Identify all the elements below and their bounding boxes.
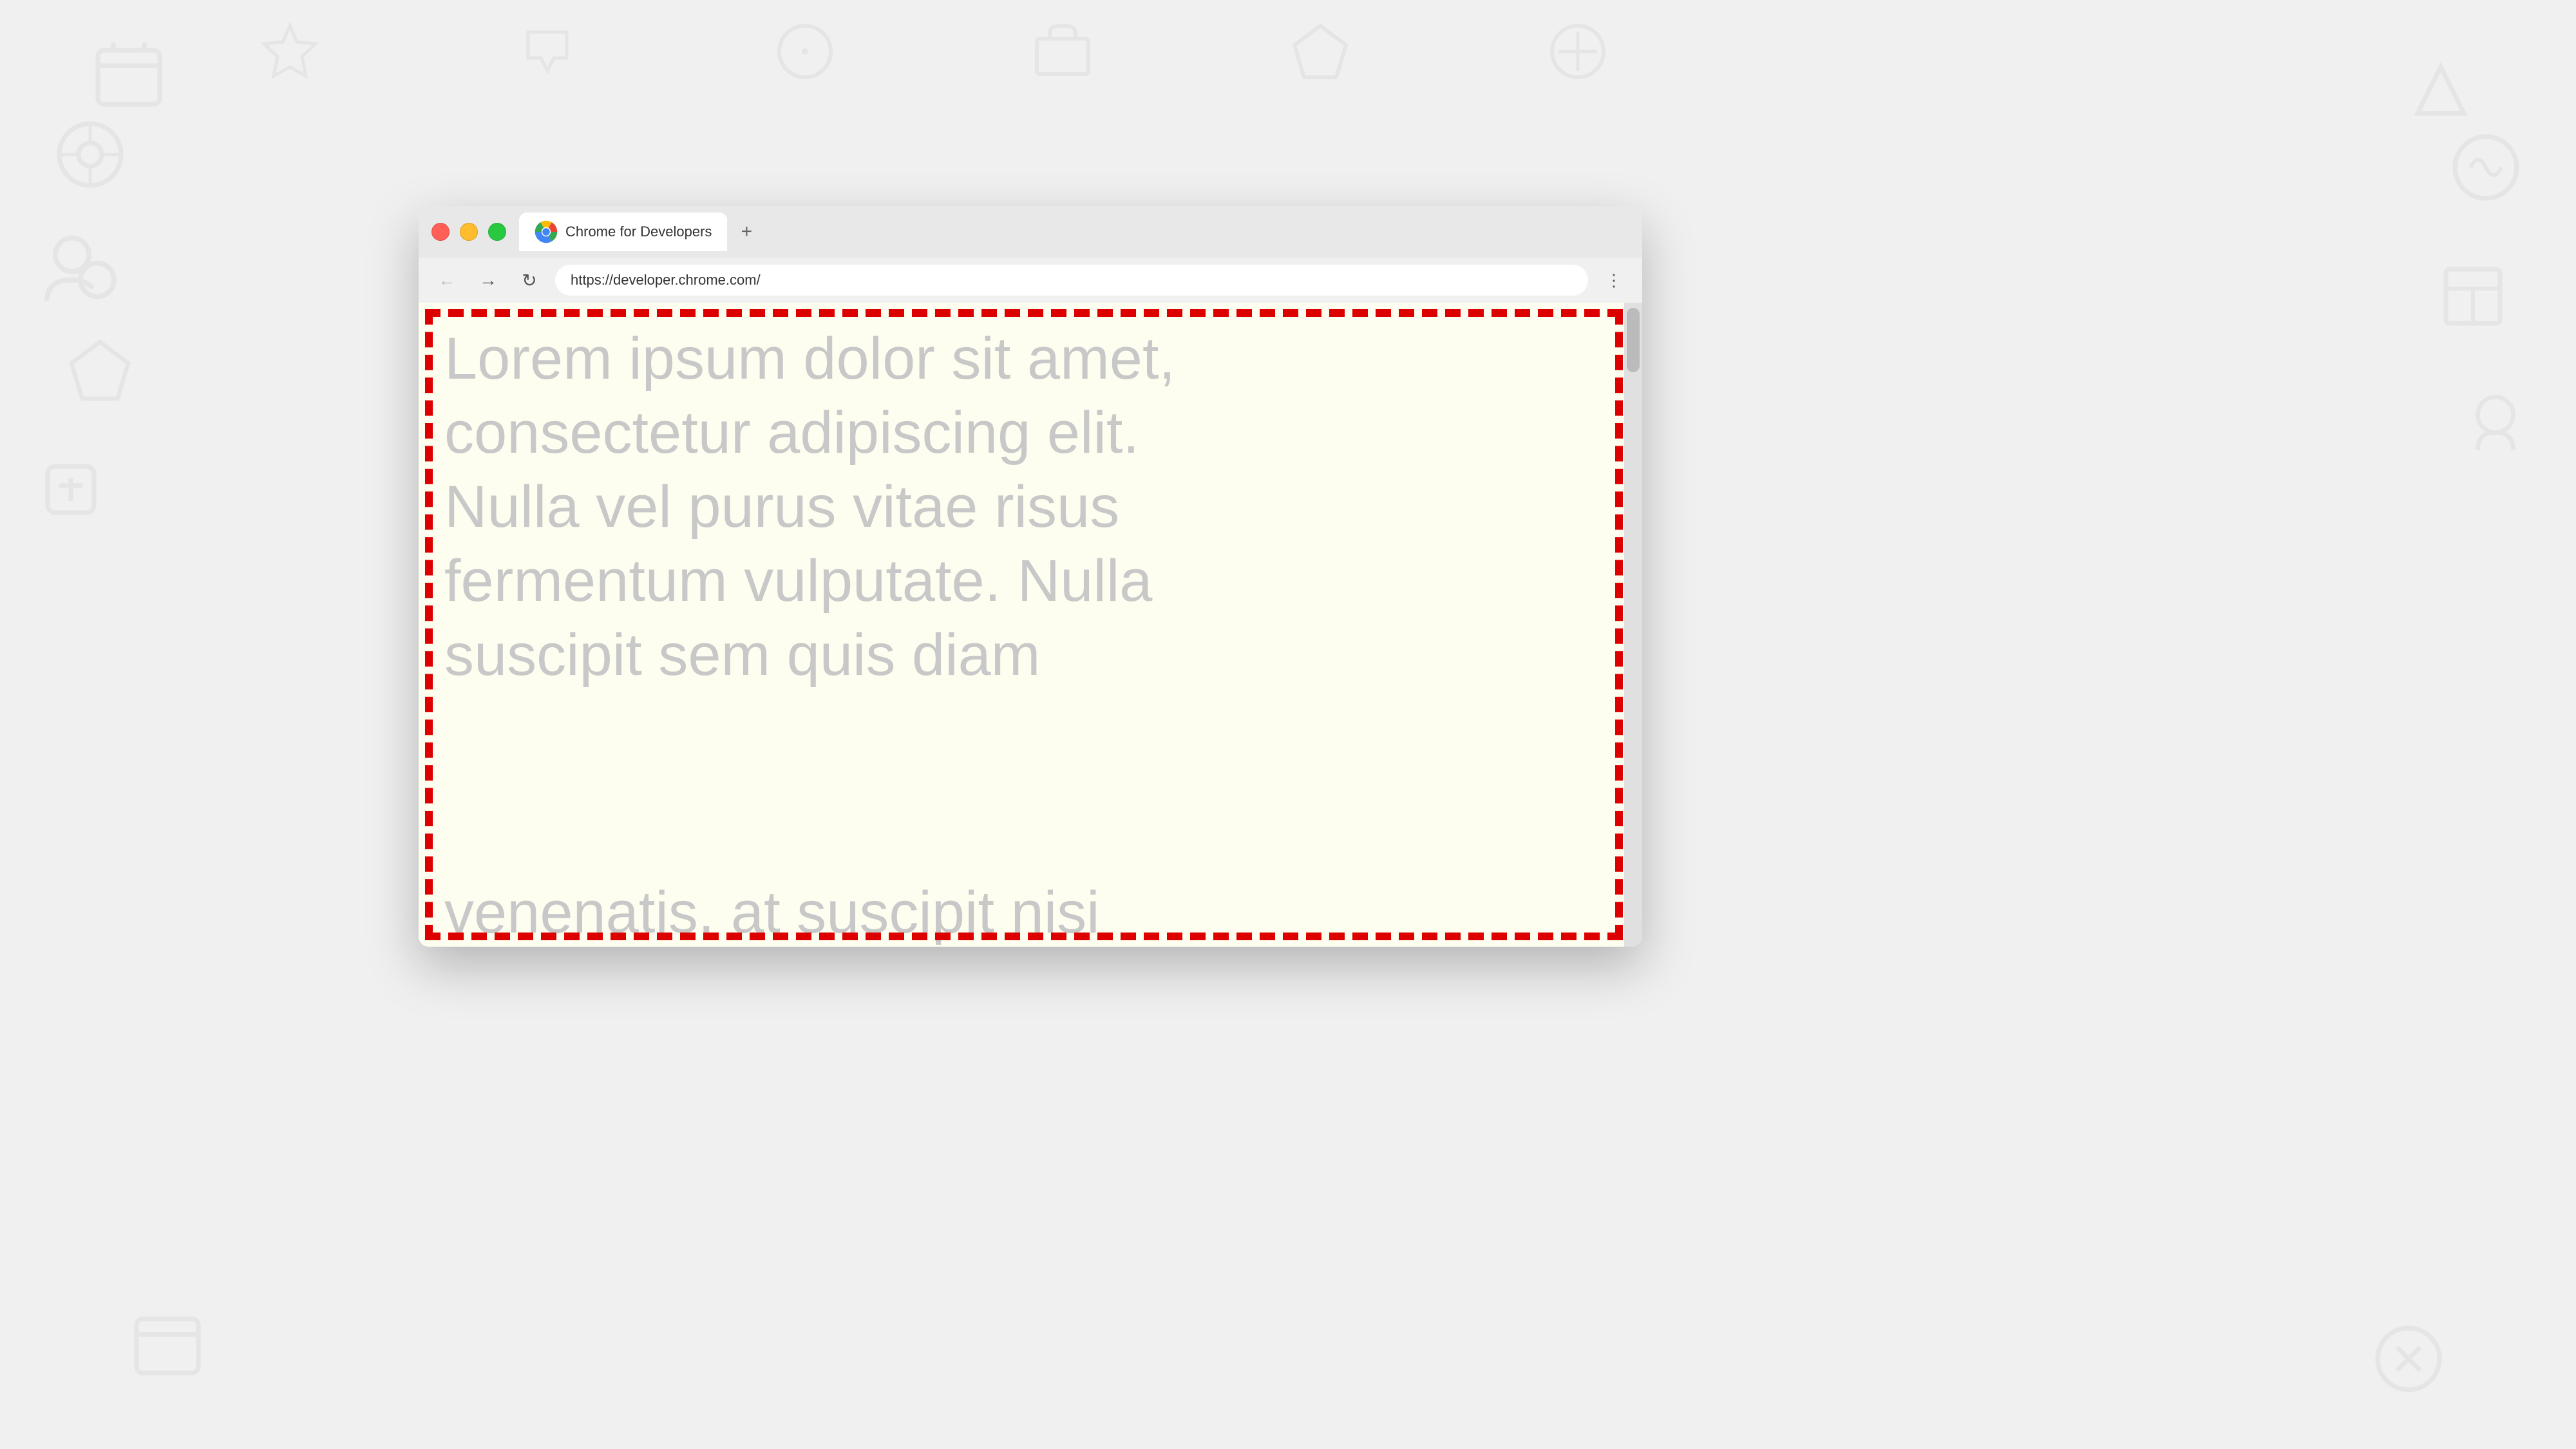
deco-icon-9 bbox=[2460, 386, 2531, 457]
minimize-button[interactable] bbox=[460, 223, 478, 241]
deco-icon-10 bbox=[258, 19, 322, 84]
refresh-button[interactable]: ↻ bbox=[514, 265, 545, 296]
deco-icon-13 bbox=[1030, 19, 1095, 84]
lorem-overflow-text: venenatis, at suscipit nisi eleifend. Nu… bbox=[419, 876, 1622, 947]
close-button[interactable] bbox=[431, 223, 450, 241]
deco-icon-11 bbox=[515, 19, 580, 84]
nav-bar: ← → ↻ ⋮ bbox=[419, 258, 1642, 303]
deco-icon-12 bbox=[773, 19, 837, 84]
deco-icon-17 bbox=[2370, 1320, 2447, 1397]
deco-icon-16 bbox=[129, 1307, 206, 1385]
maximize-button[interactable] bbox=[488, 223, 506, 241]
deco-icon-3 bbox=[39, 225, 122, 309]
deco-icon-8 bbox=[2434, 258, 2512, 335]
forward-button[interactable]: → bbox=[473, 265, 504, 296]
deco-icon-2 bbox=[52, 116, 129, 193]
deco-icon-14 bbox=[1288, 19, 1352, 84]
deco-icon-5 bbox=[32, 451, 109, 528]
title-bar: Chrome for Developers + bbox=[419, 206, 1642, 258]
back-button[interactable]: ← bbox=[431, 265, 462, 296]
menu-button[interactable]: ⋮ bbox=[1598, 265, 1629, 296]
browser-window: Chrome for Developers + ← → ↻ ⋮ Lorem ip… bbox=[419, 206, 1642, 947]
deco-icon-4 bbox=[64, 335, 135, 406]
tab-title: Chrome for Developers bbox=[565, 223, 712, 240]
new-tab-button[interactable]: + bbox=[732, 218, 761, 246]
deco-icon-6 bbox=[2402, 52, 2479, 129]
scrollbar-thumb[interactable] bbox=[1627, 308, 1640, 372]
active-tab[interactable]: Chrome for Developers bbox=[519, 213, 727, 251]
deco-icon-1 bbox=[90, 39, 167, 116]
traffic-lights bbox=[431, 223, 506, 241]
lorem-ipsum-text: Lorem ipsum dolor sit amet, consectetur … bbox=[419, 303, 1622, 712]
deco-icon-7 bbox=[2447, 129, 2524, 206]
page-content: Lorem ipsum dolor sit amet, consectetur … bbox=[419, 303, 1642, 947]
deco-icon-15 bbox=[1546, 19, 1610, 84]
chrome-logo-icon bbox=[535, 220, 558, 243]
tab-area: Chrome for Developers + bbox=[519, 213, 1629, 251]
scrollbar[interactable] bbox=[1624, 303, 1642, 947]
address-bar[interactable] bbox=[555, 265, 1588, 296]
